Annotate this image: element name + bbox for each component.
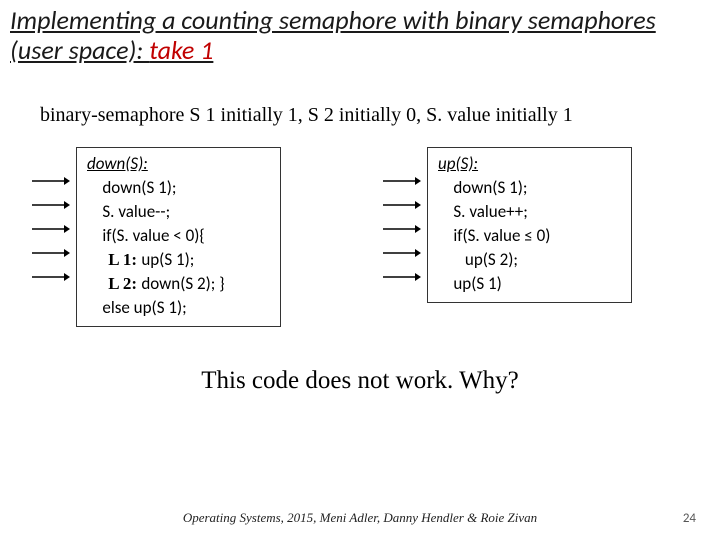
page-number: 24: [683, 511, 696, 526]
arrow-icon: [381, 241, 421, 265]
code-line: S. value++;: [438, 200, 617, 224]
arrow-icon: [30, 265, 70, 289]
code-line: if(S. value < 0){: [87, 224, 266, 248]
code-line: up(S 1): [438, 272, 617, 296]
down-header: down(S):: [87, 152, 266, 176]
code-line: down(S 1);: [438, 176, 617, 200]
arrow-icon: [30, 241, 70, 265]
l2-label: L 2:: [87, 274, 141, 293]
initial-conditions: binary-semaphore S 1 initially 1, S 2 in…: [0, 66, 720, 127]
code-line: down(S 1);: [87, 176, 266, 200]
arrow-icon: [381, 169, 421, 193]
code-line: S. value--;: [87, 200, 266, 224]
footer-text: Operating Systems, 2015, Meni Adler, Dan…: [0, 510, 720, 526]
up-code: up(S): down(S 1); S. value++; if(S. valu…: [427, 147, 632, 303]
up-block: up(S): down(S 1); S. value++; if(S. valu…: [381, 147, 632, 327]
code-line-l2: L 2: down(S 2); }: [87, 272, 266, 296]
question-text: This code does not work. Why?: [0, 327, 720, 395]
l1-label: L 1:: [87, 250, 141, 269]
arrow-icon: [30, 169, 70, 193]
slide-title: Implementing a counting semaphore with b…: [0, 0, 720, 66]
code-line: if(S. value ≤ 0): [438, 224, 617, 248]
code-line: up(S 2);: [438, 248, 617, 272]
down-block: down(S): down(S 1); S. value--; if(S. va…: [30, 147, 281, 327]
title-text: Implementing a counting semaphore with b…: [10, 4, 656, 66]
arrow-icon: [381, 217, 421, 241]
l2-code: down(S 2); }: [141, 273, 224, 294]
code-line: else up(S 1);: [87, 296, 266, 320]
arrow-icon: [30, 217, 70, 241]
title-take: take 1: [149, 34, 213, 66]
down-code: down(S): down(S 1); S. value--; if(S. va…: [76, 147, 281, 327]
arrow-icon: [381, 193, 421, 217]
down-arrows: [30, 147, 70, 289]
arrow-icon: [30, 193, 70, 217]
up-arrows: [381, 147, 421, 289]
up-header: up(S):: [438, 152, 617, 176]
arrow-icon: [381, 265, 421, 289]
l1-code: up(S 1);: [141, 249, 194, 270]
code-line-l1: L 1: up(S 1);: [87, 248, 266, 272]
code-columns: down(S): down(S 1); S. value--; if(S. va…: [0, 127, 720, 327]
